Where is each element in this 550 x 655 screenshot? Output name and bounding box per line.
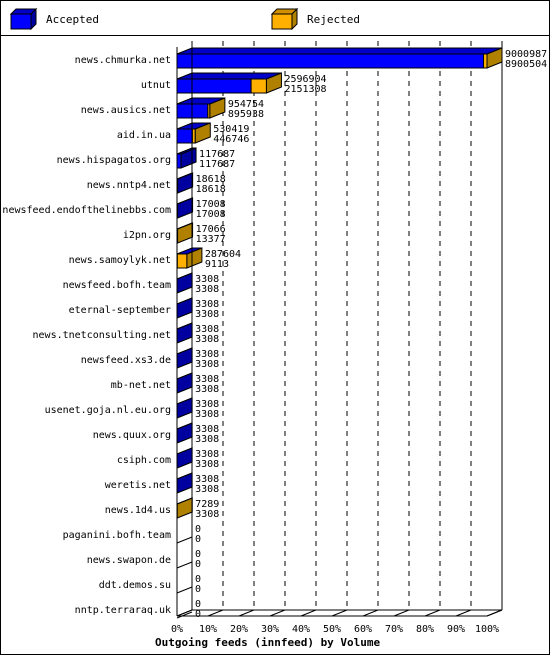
category-label: news.ausics.net — [81, 105, 171, 116]
bar-chart: news.chmurka.net90009878900504utnut25969… — [2, 41, 547, 649]
bar-side — [177, 197, 194, 219]
category-label: csiph.com — [117, 455, 171, 466]
category-label: newsfeed.endofthelinebbs.com — [2, 205, 171, 216]
category-label: news.1d4.us — [105, 505, 171, 516]
value-label-accepted: 3308 — [195, 284, 219, 295]
bar-rejected — [250, 78, 267, 94]
labels-layer: news.chmurka.net90009878900504utnut25969… — [2, 49, 547, 620]
bar-empty — [176, 586, 193, 594]
value-label-accepted: 0 — [195, 534, 201, 545]
category-label: newsfeed.bofh.team — [63, 280, 171, 291]
bar-side — [176, 297, 193, 319]
value-label-accepted: 895938 — [228, 109, 264, 120]
category-label: usenet.goja.nl.eu.org — [45, 405, 171, 416]
x-tick-label: 70% — [385, 624, 403, 635]
value-label-accepted: 117687 — [199, 159, 235, 170]
category-label: news.samoylyk.net — [69, 255, 171, 266]
bar-side — [176, 347, 193, 369]
value-label-accepted: 3308 — [195, 459, 219, 470]
x-tick — [424, 609, 441, 617]
category-label: ddt.demos.su — [99, 580, 171, 591]
value-label-accepted: 9113 — [205, 259, 229, 270]
bar-side — [176, 472, 193, 494]
x-tick — [393, 609, 410, 617]
category-label: aid.in.ua — [117, 130, 171, 141]
bar-accepted — [176, 53, 485, 69]
value-label-accepted: 13377 — [196, 234, 226, 245]
x-tick — [486, 609, 503, 617]
bar-side — [176, 497, 193, 519]
value-label-accepted: 3308 — [195, 409, 219, 420]
x-tick-label: 10% — [199, 624, 217, 635]
category-label: news.quux.org — [93, 430, 171, 441]
bar-side — [177, 222, 194, 244]
grid-layer — [222, 41, 472, 610]
value-label-accepted: 18618 — [196, 184, 226, 195]
x-tick-label: 40% — [292, 624, 310, 635]
value-label-accepted: 2151308 — [284, 84, 326, 95]
category-label: nntp.terraraq.uk — [75, 605, 171, 616]
value-label-accepted: 3308 — [195, 384, 219, 395]
category-label: news.chmurka.net — [75, 55, 171, 66]
x-tick-label: 60% — [354, 624, 372, 635]
category-label: news.swapon.de — [87, 555, 171, 566]
x-tick — [300, 609, 317, 617]
value-label-accepted: 3308 — [195, 509, 219, 520]
x-tick — [455, 609, 472, 617]
category-label: i2pn.org — [123, 230, 171, 241]
value-label-accepted: 0 — [195, 559, 201, 570]
x-tick — [331, 609, 348, 617]
bar-side — [176, 447, 193, 469]
category-label: news.tnetconsulting.net — [33, 330, 171, 341]
bar-side — [176, 272, 193, 294]
bar-side — [176, 372, 193, 394]
x-tick-label: 80% — [416, 624, 434, 635]
x-tick-label: 0% — [171, 624, 183, 635]
value-label-accepted: 17008 — [196, 209, 226, 220]
x-tick — [362, 609, 379, 617]
bar-side — [176, 322, 193, 344]
x-tick-label: 100% — [475, 624, 499, 635]
category-label: newsfeed.xs3.de — [81, 355, 171, 366]
bar-top — [176, 72, 282, 80]
category-label: paganini.bofh.team — [63, 530, 171, 541]
bar-rejected — [483, 53, 488, 69]
value-label-accepted: 3308 — [195, 434, 219, 445]
x-tick — [207, 609, 224, 617]
x-tick — [238, 609, 255, 617]
category-label: eternal-september — [69, 305, 171, 316]
value-label-accepted: 3308 — [195, 309, 219, 320]
value-label-accepted: 3308 — [195, 359, 219, 370]
value-label-accepted: 8900504 — [505, 59, 547, 70]
x-tick-label: 30% — [261, 624, 279, 635]
category-label: utnut — [141, 80, 171, 91]
bar-side — [176, 397, 193, 419]
x-tick — [269, 609, 286, 617]
x-tick-label: 20% — [230, 624, 248, 635]
bar-top — [176, 47, 503, 55]
category-label: weretis.net — [105, 480, 171, 491]
bar-side — [177, 172, 194, 194]
bar-side — [176, 422, 193, 444]
chart-title: Outgoing feeds (innfeed) by Volume — [155, 636, 381, 649]
bar-accepted — [176, 153, 182, 169]
bar-rejected — [176, 253, 188, 269]
value-label-accepted: 446746 — [213, 134, 249, 145]
value-label-accepted: 3308 — [195, 334, 219, 345]
bar-empty — [176, 561, 193, 569]
category-label: news.nntp4.net — [87, 180, 171, 191]
bar-accepted — [176, 78, 252, 94]
bar-accepted — [176, 128, 193, 144]
x-tick-label: 90% — [447, 624, 465, 635]
x-tick-label: 50% — [323, 624, 341, 635]
category-label: news.hispagatos.org — [57, 155, 171, 166]
value-label-accepted: 3308 — [195, 484, 219, 495]
value-label-accepted: 0 — [195, 584, 201, 595]
category-label: mb-net.net — [111, 380, 171, 391]
value-label-accepted: 0 — [195, 609, 201, 620]
bar-empty — [176, 536, 193, 544]
